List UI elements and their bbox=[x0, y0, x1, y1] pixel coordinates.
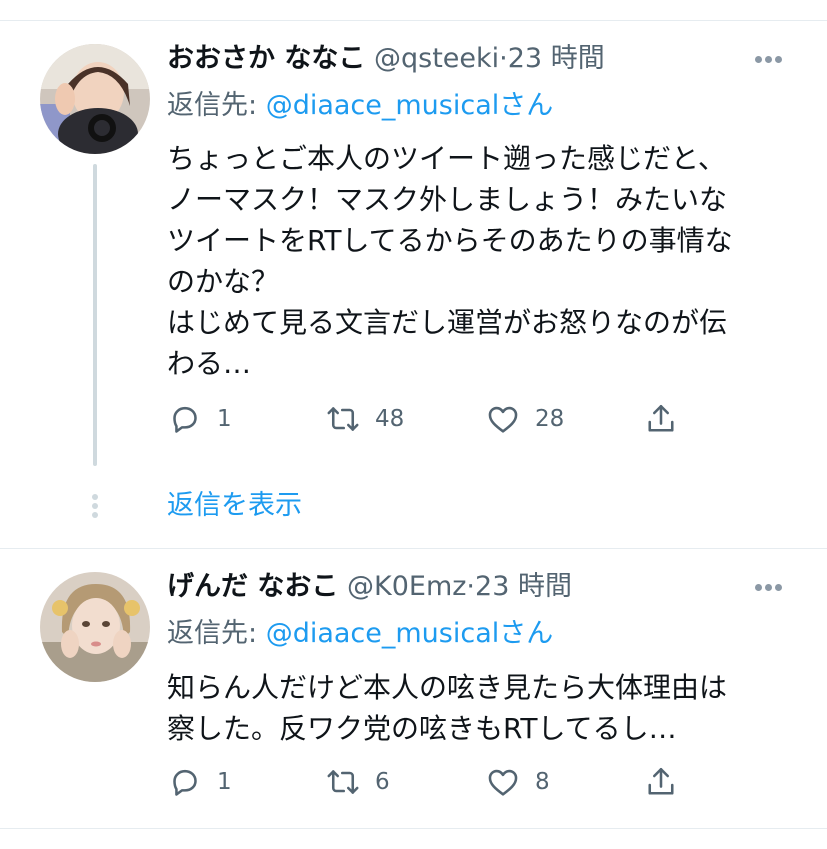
tweet-text-line: のかな？ bbox=[167, 265, 280, 298]
more-horizontal-icon[interactable] bbox=[755, 584, 783, 592]
user-handle[interactable]: @K0Emz bbox=[347, 571, 466, 602]
tweet-divider bbox=[0, 548, 827, 549]
separator-dot: · bbox=[466, 571, 476, 602]
share-button[interactable] bbox=[643, 762, 679, 802]
reply-icon bbox=[173, 769, 197, 796]
tweet-header: げんだ なおこ @K0Emz·23 時間 bbox=[167, 570, 572, 604]
tweet-text-line: 知らん人だけど本人の呟き見たら大体理由は bbox=[167, 671, 728, 704]
tweet-text: ちょっとご本人のツイート遡った感じだと、 ノーマスク！マスク外しましょう！みたい… bbox=[167, 138, 807, 384]
reply-suffix: さん bbox=[499, 618, 554, 649]
avatar[interactable] bbox=[40, 44, 150, 154]
reply-mention-link[interactable]: @diaace_musical bbox=[266, 618, 500, 649]
tweet-text-line: ノーマスク！マスク外しましょう！みたいな bbox=[167, 183, 728, 216]
tweet-text-line: わる… bbox=[167, 347, 252, 380]
display-name[interactable]: おおさか ななこ bbox=[167, 43, 365, 74]
retweet-icon bbox=[327, 407, 359, 431]
user-handle[interactable]: @qsteeki bbox=[374, 43, 499, 74]
thread-line bbox=[93, 164, 97, 466]
retweet-count: 6 bbox=[375, 769, 390, 795]
timestamp[interactable]: 23 時間 bbox=[475, 571, 572, 602]
display-name[interactable]: げんだ なおこ bbox=[167, 571, 338, 602]
share-button[interactable] bbox=[643, 399, 679, 439]
like-count: 8 bbox=[535, 769, 550, 795]
bottom-divider bbox=[0, 828, 827, 829]
reply-prefix: 返信先: bbox=[167, 90, 266, 121]
like-button[interactable]: 28 bbox=[485, 399, 564, 439]
like-icon bbox=[488, 406, 518, 433]
tweet-actions: 1 6 8 bbox=[167, 762, 687, 802]
tweet-text-line: はじめて見る文言だし運営がお怒りなのが伝 bbox=[167, 306, 728, 339]
show-replies-link[interactable]: 返信を表示 bbox=[167, 489, 302, 523]
more-horizontal-icon[interactable] bbox=[755, 56, 783, 64]
top-divider bbox=[0, 20, 827, 21]
reply-button[interactable]: 1 bbox=[167, 399, 232, 439]
tweet-text-line: 察した。反ワク党の呟きもRTしてるし… bbox=[167, 712, 677, 745]
retweet-button[interactable]: 6 bbox=[325, 762, 390, 802]
retweet-count: 48 bbox=[375, 406, 405, 432]
reply-icon bbox=[173, 406, 197, 433]
replying-to: 返信先: @diaace_musicalさん bbox=[167, 617, 553, 651]
retweet-button[interactable]: 48 bbox=[325, 399, 404, 439]
retweet-icon bbox=[327, 770, 359, 794]
share-icon bbox=[648, 404, 674, 432]
like-button[interactable]: 8 bbox=[485, 762, 550, 802]
tweet-header: おおさか ななこ @qsteeki·23 時間 bbox=[167, 42, 605, 76]
reply-mention-link[interactable]: @diaace_musical bbox=[266, 90, 500, 121]
reply-prefix: 返信先: bbox=[167, 618, 266, 649]
reply-count: 1 bbox=[217, 406, 232, 432]
tweet-text-line: ツイートをRTしてるからそのあたりの事情な bbox=[167, 224, 733, 257]
tweet-text-line: ちょっとご本人のツイート遡った感じだと、 bbox=[167, 142, 726, 175]
separator-dot: · bbox=[499, 43, 508, 74]
tweet-text: 知らん人だけど本人の呟き見たら大体理由は 察した。反ワク党の呟きもRTしてるし… bbox=[167, 667, 807, 749]
replying-to: 返信先: @diaace_musicalさん bbox=[167, 89, 553, 123]
reply-suffix: さん bbox=[499, 90, 554, 121]
reply-button[interactable]: 1 bbox=[167, 762, 232, 802]
timestamp[interactable]: 23 時間 bbox=[508, 43, 605, 74]
share-icon bbox=[648, 767, 674, 795]
tweet-actions: 1 48 28 bbox=[167, 399, 687, 439]
like-icon bbox=[488, 769, 518, 796]
like-count: 28 bbox=[535, 406, 565, 432]
reply-count: 1 bbox=[217, 769, 232, 795]
avatar[interactable] bbox=[40, 572, 150, 682]
thread-continuation-dots bbox=[91, 494, 99, 521]
